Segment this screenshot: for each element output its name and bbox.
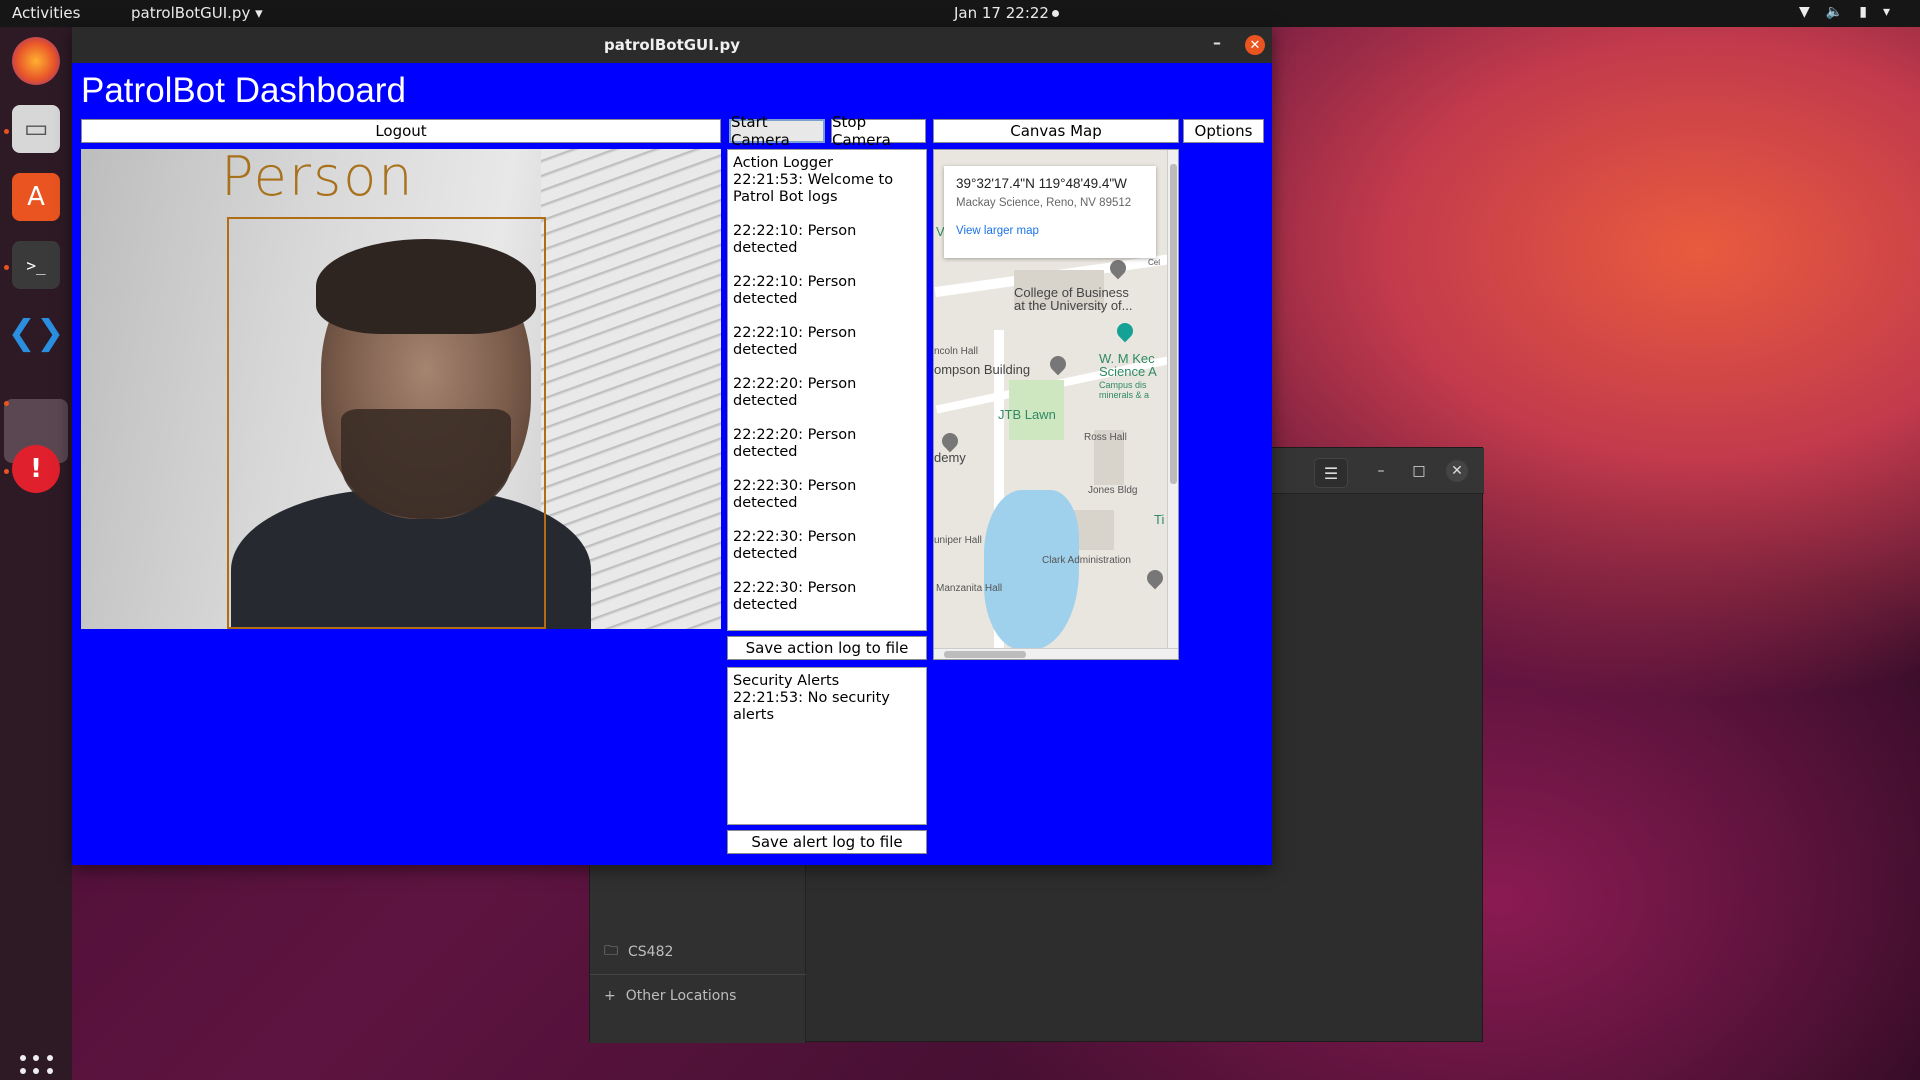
map-info-card: 39°32'17.4"N 119°48'49.4"W Mackay Scienc… [944,166,1156,258]
update-notifier-icon[interactable]: ! [12,445,60,493]
scrollbar-thumb[interactable] [944,651,1026,658]
map-coordinates: 39°32'17.4"N 119°48'49.4"W [956,176,1127,191]
view-larger-map-link[interactable]: View larger map [956,225,1144,237]
map-horizontal-scrollbar[interactable] [934,648,1178,659]
close-icon[interactable]: ✕ [1245,35,1265,55]
map-label-ti: Ti [1154,512,1165,527]
map-label-clark-administration: Clark Administration [1042,555,1131,566]
dashboard-title: PatrolBot Dashboard [81,71,406,110]
sidebar-item-label: CS482 [628,944,674,960]
sidebar-item-cs482[interactable]: 🗀 CS482 [604,940,673,964]
map-label-jones-bldg: Jones Bldg [1088,485,1138,496]
map-label-campus: Campus dis minerals & a [1099,380,1150,400]
system-tray[interactable]: ▼ 🔈 ▮ ▾ [1799,4,1890,20]
logout-button[interactable]: Logout [81,119,721,143]
notification-dot [1052,10,1059,17]
apps-grid-icon[interactable] [20,1055,54,1080]
activities-button[interactable]: Activities [12,4,80,22]
map-label-juniper-hall: uniper Hall [934,535,982,546]
files-icon[interactable]: ▭ [12,105,60,153]
dock-running-indicator [4,401,9,406]
start-camera-button[interactable]: Start Camera [729,113,825,149]
dock-running-indicator [4,129,9,134]
map-label-ross-hall: Ross Hall [1084,432,1127,443]
map-lake [984,490,1079,650]
app-menu[interactable]: patrolBotGUI.py ▾ [131,4,263,22]
dock: ▭ A >_ ❮❯ ! [0,27,72,1080]
options-button[interactable]: Options [1183,119,1264,143]
save-action-log-button[interactable]: Save action log to file [727,636,927,660]
sidebar-item-other-locations[interactable]: + Other Locations [604,988,736,1004]
sidebar-item-label: Other Locations [625,988,737,1004]
menu-icon[interactable]: ☰ [1314,458,1348,488]
volume-icon: 🔈 [1825,4,1844,20]
firefox-icon[interactable] [12,37,60,85]
scrollbar-thumb[interactable] [1170,164,1177,484]
software-center-icon[interactable]: A [12,173,60,221]
power-menu-icon: ▾ [1882,4,1890,20]
map-label-college: College of Business at the University of… [1014,285,1133,313]
map-pin-icon[interactable] [938,429,962,453]
map-label-manzanita-hall: Manzanita Hall [936,583,1003,594]
close-icon[interactable]: ✕ [1446,460,1468,482]
map-label-lincoln: ncoln Hall [934,346,978,357]
action-log[interactable]: Action Logger 22:21:53: Welcome to Patro… [727,149,927,631]
map-label-academy: demy [934,450,966,465]
campus-map[interactable]: College of Business at the University of… [933,149,1179,660]
stop-camera-button[interactable]: Stop Camera [831,113,926,149]
dock-running-indicator [4,265,9,270]
top-bar: Activities patrolBotGUI.py ▾ Jan 17 22:2… [0,0,1920,27]
minimize-icon[interactable]: – [1370,460,1392,482]
map-address: Mackay Science, Reno, NV 89512 [956,197,1132,209]
vscode-icon[interactable]: ❮❯ [8,309,65,357]
canvas-map-button[interactable]: Canvas Map [933,119,1179,143]
wifi-icon: ▼ [1799,4,1810,20]
map-label-jtb-lawn: JTB Lawn [998,407,1056,422]
map-label-thompson: ompson Building [934,362,1031,377]
maximize-icon[interactable]: □ [1408,460,1430,482]
window-titlebar[interactable]: patrolBotGUI.py – ✕ [72,27,1272,63]
map-pin-icon[interactable] [1143,566,1167,590]
detection-box [227,217,546,629]
divider [590,974,806,975]
window-title: patrolBotGUI.py [603,36,741,54]
folder-icon: 🗀 [604,943,618,959]
save-alert-log-button[interactable]: Save alert log to file [727,830,927,854]
terminal-icon[interactable]: >_ [12,241,60,289]
camera-feed: Person [81,149,721,629]
clock[interactable]: Jan 17 22:22 [954,4,1049,22]
minimize-icon[interactable]: – [1213,33,1221,52]
map-label-keck: W. M Kec Science A [1099,351,1157,379]
map-label-cel: Cel [1148,258,1161,267]
detection-label: Person [221,149,415,208]
security-alerts-log[interactable]: Security Alerts 22:21:53: No security al… [727,667,927,825]
dock-running-indicator [4,469,9,474]
map-vertical-scrollbar[interactable] [1167,150,1178,659]
battery-icon: ▮ [1859,4,1867,20]
map-pin-icon[interactable] [1113,319,1137,343]
plus-icon: + [604,988,616,1004]
map-building [1074,510,1114,550]
map-pin-icon[interactable] [1046,352,1070,376]
patrolbot-window: patrolBotGUI.py – ✕ PatrolBot Dashboard … [72,27,1272,865]
